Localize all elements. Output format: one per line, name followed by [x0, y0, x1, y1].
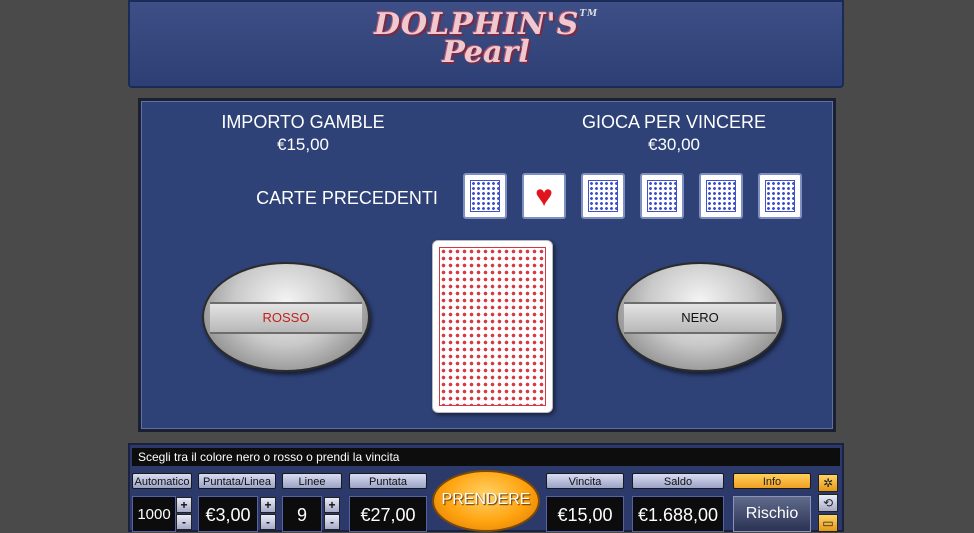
autoplay-count: 1000 [132, 496, 176, 532]
red-button[interactable]: ROSSO [202, 262, 370, 372]
lines-minus-button[interactable]: - [324, 514, 340, 530]
bet-per-line-value: €3,00 [198, 496, 258, 532]
previous-cards-label: CARTE PRECEDENTI [256, 188, 438, 208]
bet-per-line-minus-button[interactable]: - [260, 514, 276, 530]
gamble-amount-value: €15,00 [277, 135, 329, 154]
history-icon[interactable]: ⟲ [818, 494, 838, 512]
game-logo: DOLPHIN'STM Pearl [373, 7, 599, 70]
status-message: Scegli tra il colore nero o rosso o pren… [132, 448, 840, 466]
total-bet-value: €27,00 [349, 496, 427, 532]
info-button[interactable]: Info [733, 473, 811, 489]
gamble-card [432, 240, 553, 413]
bet-per-line-plus-button[interactable]: + [260, 497, 276, 513]
game-header: DOLPHIN'STM Pearl [128, 0, 844, 88]
gamble-amount-label: IMPORTO GAMBLE [221, 112, 385, 132]
lines-value: 9 [282, 496, 322, 532]
balance-value: €1.688,00 [632, 496, 724, 532]
black-button-label: NERO [624, 302, 776, 334]
chat-icon[interactable]: ▭ [818, 514, 838, 532]
heart-icon: ♥ [535, 180, 553, 213]
autoplay-minus-button[interactable]: - [176, 514, 192, 530]
take-win-button[interactable]: PRENDERE [432, 470, 540, 532]
balance-label: Saldo [632, 473, 724, 489]
autoplay-plus-button[interactable]: + [176, 497, 192, 513]
autoplay-button[interactable]: Automatico [132, 473, 192, 489]
previous-card-back [758, 173, 802, 219]
bet-per-line-label: Puntata/Linea [198, 473, 276, 489]
previous-card-back [581, 173, 625, 219]
lines-label: Linee [282, 473, 342, 489]
settings-icon[interactable]: ✲ [818, 474, 838, 492]
previous-card-heart: ♥ [522, 173, 566, 219]
lines-plus-button[interactable]: + [324, 497, 340, 513]
red-button-label: ROSSO [210, 302, 362, 334]
win-label: Vincita [546, 473, 624, 489]
play-to-win-label: GIOCA PER VINCERE [581, 112, 767, 132]
black-button[interactable]: NERO [616, 262, 784, 372]
previous-card-back [699, 173, 743, 219]
previous-card-back [640, 173, 684, 219]
previous-card-back [463, 173, 507, 219]
win-value: €15,00 [546, 496, 624, 532]
total-bet-label: Puntata [349, 473, 427, 489]
play-to-win-value: €30,00 [648, 135, 700, 154]
risk-button[interactable]: Rischio [733, 496, 811, 532]
